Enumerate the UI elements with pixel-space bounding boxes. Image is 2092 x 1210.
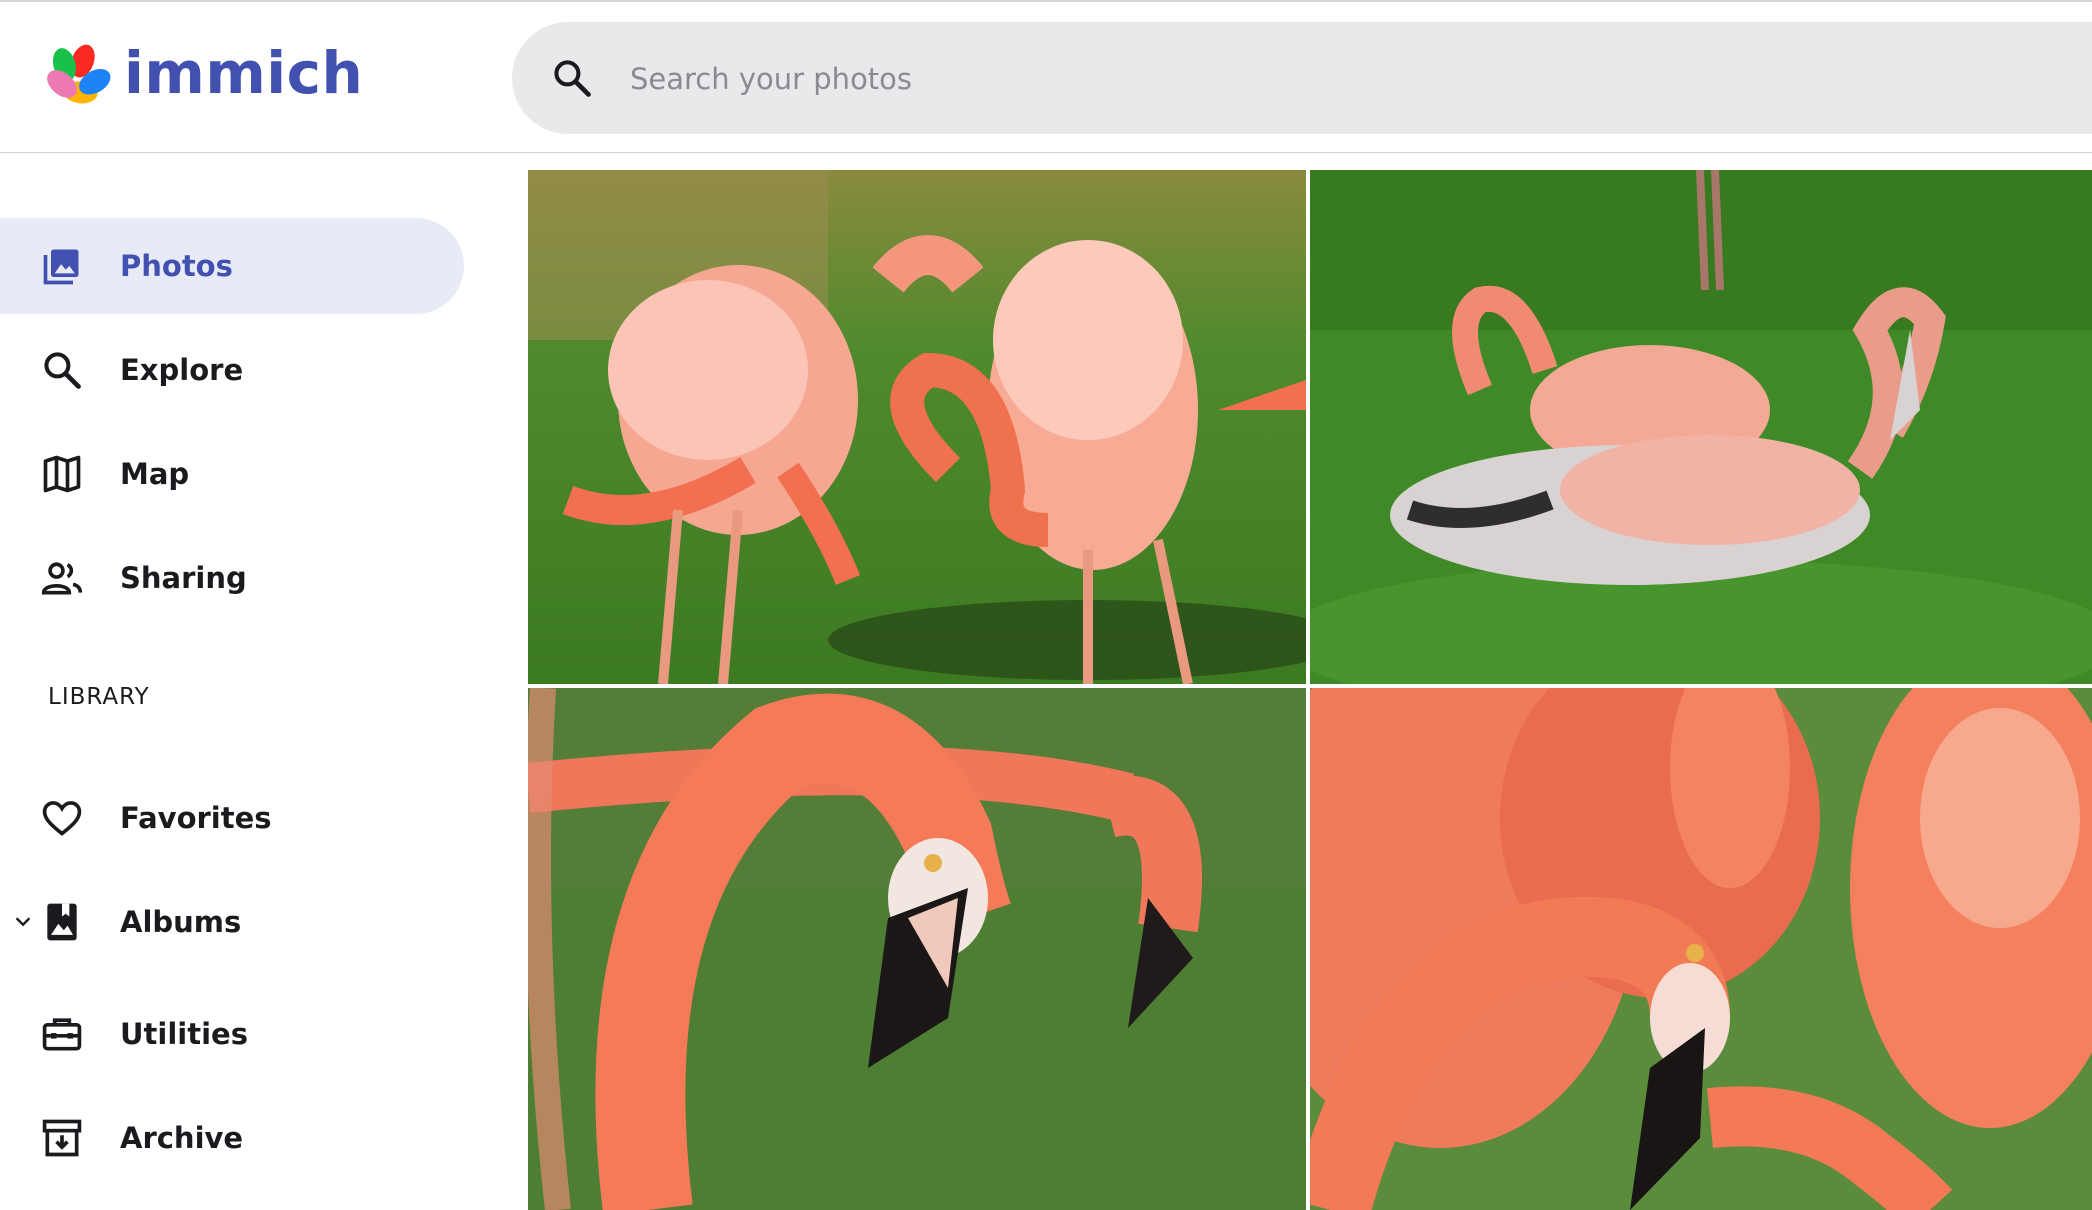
sharing-people-icon <box>41 562 83 595</box>
sidebar-item-label: Favorites <box>120 801 272 835</box>
chevron-down-icon[interactable] <box>12 910 34 932</box>
photo-thumbnail[interactable] <box>1310 170 2092 684</box>
search-input[interactable] <box>628 50 2032 108</box>
app-header: immich <box>0 2 2092 153</box>
photo-thumbnail[interactable] <box>528 170 1306 684</box>
sidebar-item-label: Map <box>120 457 190 491</box>
sidebar-item-label: Sharing <box>120 561 247 595</box>
explore-search-icon <box>44 352 81 389</box>
sidebar: Photos Explore Map Sharing LIBRARY Favor… <box>0 160 490 1210</box>
heart-icon <box>42 801 82 836</box>
sidebar-item-albums[interactable]: Albums <box>0 874 464 970</box>
sidebar-item-label: Archive <box>120 1121 244 1155</box>
app-brand-name[interactable]: immich <box>124 38 363 108</box>
sidebar-item-label: Photos <box>120 249 233 283</box>
photo-thumbnail[interactable] <box>1310 688 2092 1210</box>
sidebar-item-label: Explore <box>120 353 244 387</box>
toolbox-icon <box>42 1018 82 1051</box>
sidebar-item-archive[interactable]: Archive <box>0 1090 464 1186</box>
map-icon <box>43 455 81 493</box>
sidebar-item-photos[interactable]: Photos <box>0 218 464 314</box>
album-icon <box>47 903 77 941</box>
photo-grid <box>528 170 2092 1210</box>
library-section-title: LIBRARY <box>48 684 150 710</box>
sidebar-item-explore[interactable]: Explore <box>0 322 464 418</box>
flamingo-photo-3 <box>528 688 1306 1210</box>
flamingo-photo-4 <box>1310 688 2092 1210</box>
flamingo-photo-1 <box>528 170 1306 684</box>
photo-thumbnail[interactable] <box>528 688 1306 1210</box>
sidebar-item-label: Albums <box>120 905 242 939</box>
search-icon[interactable] <box>550 56 594 100</box>
immich-logo-icon[interactable] <box>42 42 112 112</box>
photos-icon <box>43 249 79 285</box>
sidebar-item-sharing[interactable]: Sharing <box>0 530 464 626</box>
sidebar-item-favorites[interactable]: Favorites <box>0 770 464 866</box>
sidebar-item-map[interactable]: Map <box>0 426 464 522</box>
sidebar-item-label: Utilities <box>120 1017 248 1051</box>
sidebar-item-utilities[interactable]: Utilities <box>0 986 464 1082</box>
search-bar[interactable] <box>512 22 2092 134</box>
archive-icon <box>42 1119 82 1157</box>
flamingo-photo-2 <box>1310 170 2092 684</box>
